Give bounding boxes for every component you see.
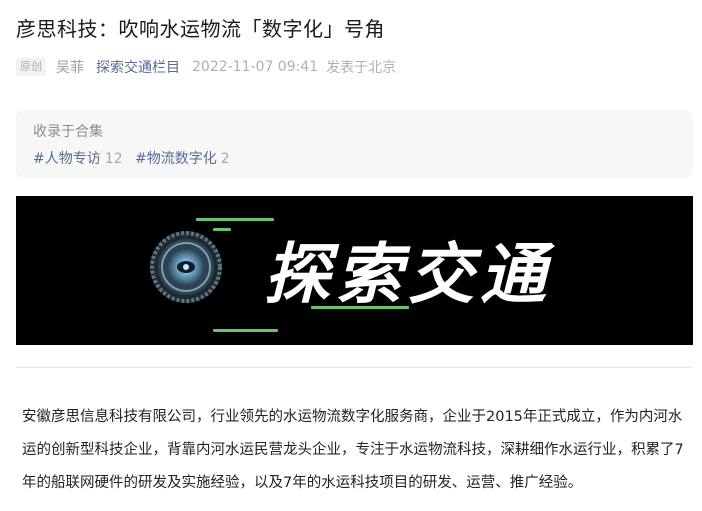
banner-image: 探索交通 [16, 196, 693, 345]
account-link[interactable]: 探索交通栏目 [96, 57, 180, 77]
tag-count: 12 [104, 151, 123, 167]
banner-title: 探索交通 [264, 236, 552, 313]
publish-datetime: 2022-11-07 09:41 [192, 59, 319, 75]
collection-tags: #人物专访 12 #物流数字化 2 [33, 148, 238, 168]
collection-panel: 收录于合集 #人物专访 12 #物流数字化 2 [16, 110, 693, 178]
collection-heading: 收录于合集 [33, 124, 103, 140]
original-badge: 原创 [16, 58, 46, 76]
tag-label: #人物专访 [33, 151, 101, 167]
banner-accent-bar [213, 329, 278, 332]
publish-location: 发表于北京 [326, 60, 397, 76]
article-paragraph: 安徽彦思信息科技有限公司，行业领先的水运物流数字化服务商，企业于2015年正式成… [22, 409, 684, 491]
section-divider [16, 367, 693, 368]
tag-link[interactable]: #人物专访 12 [33, 151, 123, 167]
tag-link[interactable]: #物流数字化 2 [135, 151, 230, 167]
article-title: 彦思科技：吹响水运物流「数字化」号角 [16, 17, 385, 41]
tag-count: 2 [220, 151, 230, 167]
author-name: 吴菲 [56, 60, 84, 76]
tag-label: #物流数字化 [135, 151, 217, 167]
banner-accent-bar [196, 218, 274, 221]
article-meta: 原创 吴菲 探索交通栏目 2022-11-07 09:41 发表于北京 [16, 57, 396, 77]
tire-logo-icon [150, 231, 222, 303]
